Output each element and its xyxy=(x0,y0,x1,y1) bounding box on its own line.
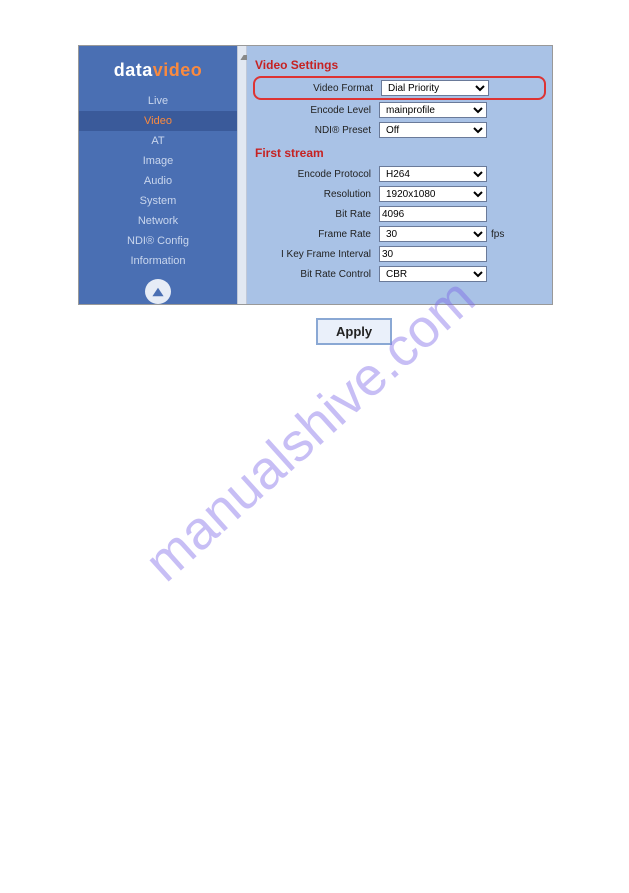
select-resolution[interactable]: 1920x1080 xyxy=(379,186,487,202)
row-encode-level: Encode Level mainprofile xyxy=(255,102,544,118)
sidebar-item-audio[interactable]: Audio xyxy=(79,171,237,191)
label-ndi-preset: NDI® Preset xyxy=(255,125,379,136)
row-video-format: Video Format Dial Priority xyxy=(253,76,546,100)
select-encode-level[interactable]: mainprofile xyxy=(379,102,487,118)
sidebar-item-label: System xyxy=(140,195,177,207)
label-keyframe: I Key Frame Interval xyxy=(255,249,379,260)
select-framerate[interactable]: 30 xyxy=(379,226,487,242)
sidebar-item-ndi-config[interactable]: NDI® Config xyxy=(79,231,237,251)
row-bitrate: Bit Rate xyxy=(255,206,544,222)
sidebar-item-label: NDI® Config xyxy=(127,235,189,247)
sidebar-item-label: Live xyxy=(148,95,168,107)
sidebar-item-image[interactable]: Image xyxy=(79,151,237,171)
sidebar-item-label: Audio xyxy=(144,175,172,187)
select-video-format[interactable]: Dial Priority xyxy=(381,80,489,96)
sidebar-item-label: Information xyxy=(130,255,185,267)
sidebar-item-information[interactable]: Information xyxy=(79,251,237,271)
row-framerate: Frame Rate 30 fps xyxy=(255,226,544,242)
logo: datavideo xyxy=(114,46,203,91)
row-encode-protocol: Encode Protocol H264 xyxy=(255,166,544,182)
label-encode-protocol: Encode Protocol xyxy=(255,169,379,180)
label-resolution: Resolution xyxy=(255,189,379,200)
sidebar-nav: Live Video AT Image Audio System Network… xyxy=(79,91,237,271)
select-brcontrol[interactable]: CBR xyxy=(379,266,487,282)
row-keyframe: I Key Frame Interval xyxy=(255,246,544,262)
label-brcontrol: Bit Rate Control xyxy=(255,269,379,280)
settings-panel: Video Settings Video Format Dial Priorit… xyxy=(247,46,552,304)
apply-button[interactable]: Apply xyxy=(316,318,392,345)
row-brcontrol: Bit Rate Control CBR xyxy=(255,266,544,282)
select-encode-protocol[interactable]: H264 xyxy=(379,166,487,182)
sidebar-item-live[interactable]: Live xyxy=(79,91,237,111)
input-bitrate[interactable] xyxy=(379,206,487,222)
label-encode-level: Encode Level xyxy=(255,105,379,116)
sidebar-item-at[interactable]: AT xyxy=(79,131,237,151)
label-video-format: Video Format xyxy=(257,83,381,94)
sidebar-item-video[interactable]: Video xyxy=(79,111,237,131)
suffix-fps: fps xyxy=(487,229,504,240)
watermark-text: manualshive.com xyxy=(133,266,487,593)
sidebar-item-label: Video xyxy=(144,115,172,127)
sidebar-item-label: Network xyxy=(138,215,178,227)
sidebar-item-network[interactable]: Network xyxy=(79,211,237,231)
scroll-up-icon[interactable] xyxy=(145,279,171,304)
sidebar-item-label: Image xyxy=(143,155,174,167)
sidebar-item-system[interactable]: System xyxy=(79,191,237,211)
panel-divider[interactable] xyxy=(237,46,247,304)
label-framerate: Frame Rate xyxy=(255,229,379,240)
section-video-settings: Video Settings xyxy=(255,58,544,72)
input-keyframe[interactable] xyxy=(379,246,487,262)
sidebar: datavideo Live Video AT Image Audio Syst… xyxy=(79,46,237,304)
logo-part2: video xyxy=(153,60,203,80)
apply-wrap: Apply xyxy=(316,318,392,345)
app-frame: datavideo Live Video AT Image Audio Syst… xyxy=(78,45,553,305)
row-ndi-preset: NDI® Preset Off xyxy=(255,122,544,138)
sidebar-item-label: AT xyxy=(151,135,164,147)
row-resolution: Resolution 1920x1080 xyxy=(255,186,544,202)
label-bitrate: Bit Rate xyxy=(255,209,379,220)
select-ndi-preset[interactable]: Off xyxy=(379,122,487,138)
section-first-stream: First stream xyxy=(255,146,544,160)
logo-part1: data xyxy=(114,60,153,80)
